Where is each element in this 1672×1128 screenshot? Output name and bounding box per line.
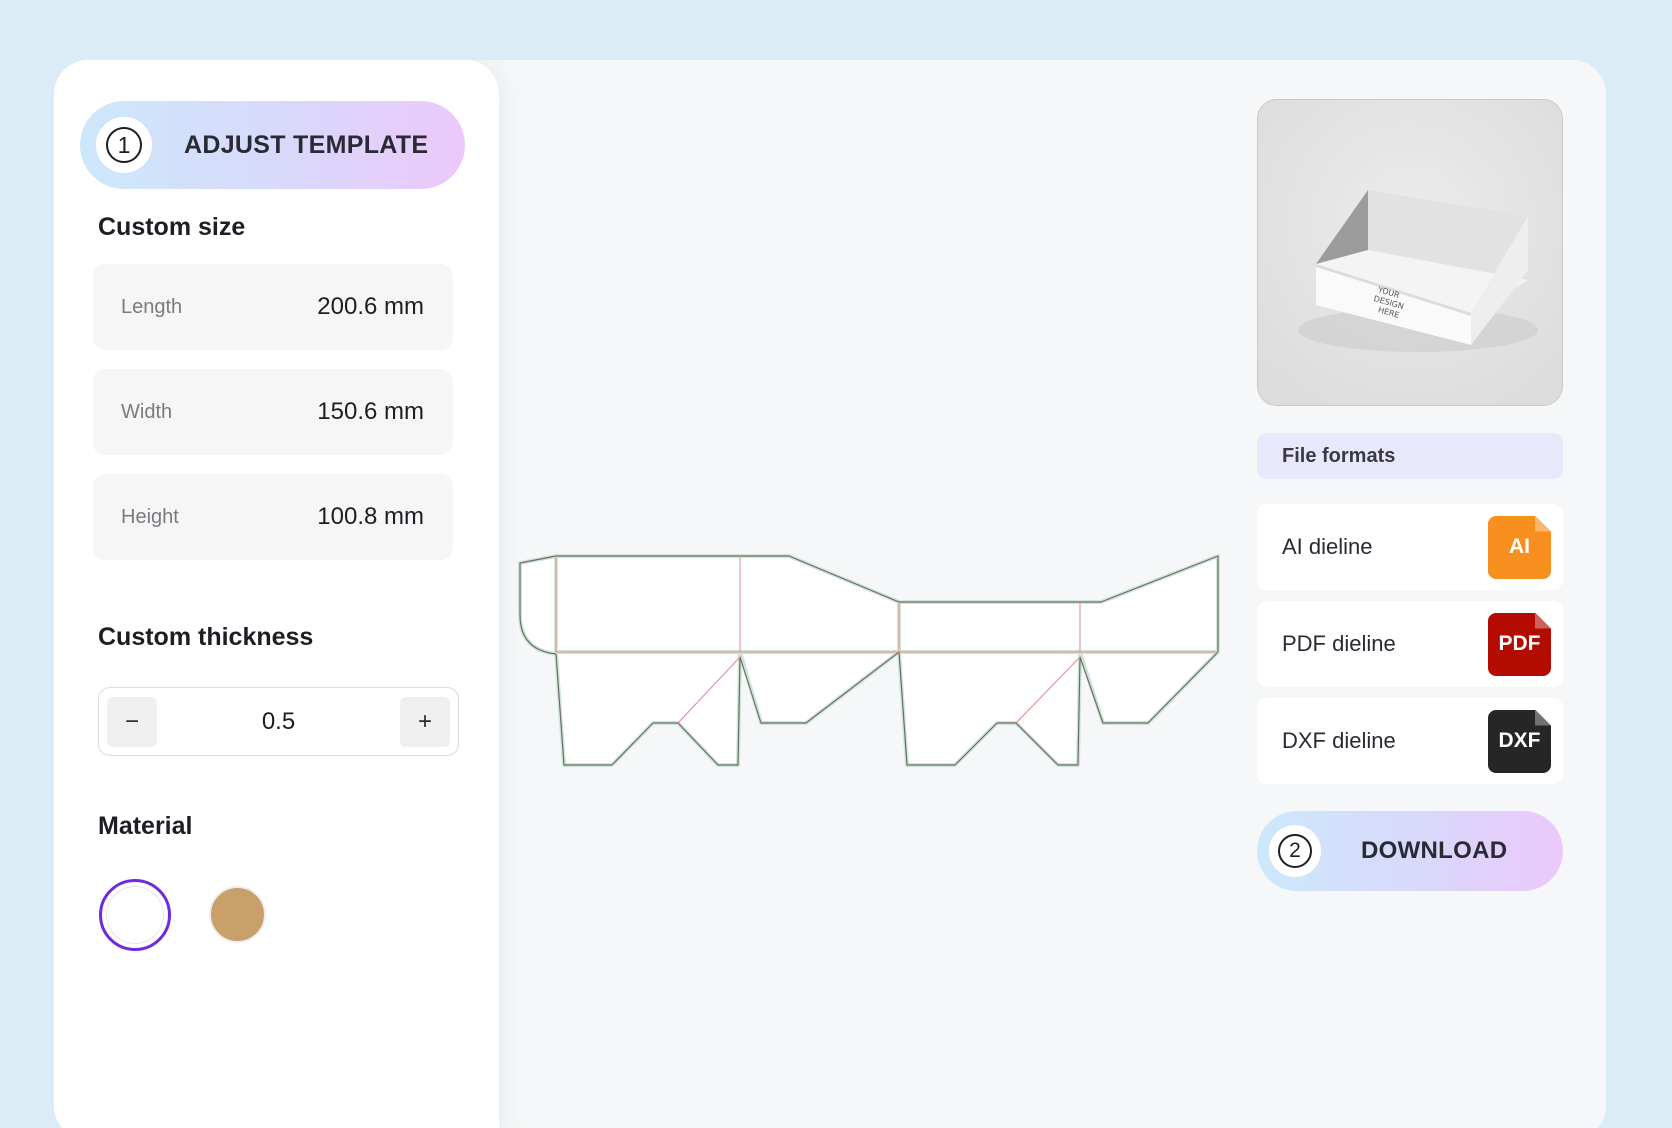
step-number: 2 <box>1278 834 1312 868</box>
ai-file-icon: AI <box>1488 515 1551 579</box>
dxf-file-icon: DXF <box>1488 709 1551 773</box>
download-label: DOWNLOAD <box>1361 837 1508 864</box>
material-swatch-kraft[interactable] <box>209 886 266 943</box>
height-label: Height <box>121 505 179 528</box>
width-value: 150.6 mm <box>317 398 424 425</box>
decrement-button[interactable]: − <box>107 696 157 747</box>
ai-file-icon-text: AI <box>1509 535 1530 558</box>
adjust-template-button[interactable]: 1 ADJUST TEMPLATE <box>80 101 465 189</box>
dieline-canvas <box>518 554 1220 767</box>
width-label: Width <box>121 400 173 423</box>
ai-dieline-option[interactable]: AI dieline AI <box>1257 504 1563 590</box>
height-field[interactable]: Height 100.8 mm <box>93 474 453 560</box>
thickness-stepper: − 0.5 + <box>98 687 459 756</box>
step-number: 1 <box>106 127 142 163</box>
ai-dieline-label: AI dieline <box>1282 534 1373 559</box>
step-badge: 2 <box>1269 825 1321 877</box>
length-label: Length <box>121 295 183 318</box>
pdf-file-icon-text: PDF <box>1498 632 1541 655</box>
box-preview[interactable]: YOUR DESIGN HERE <box>1257 99 1563 406</box>
dxf-dieline-label: DXF dieline <box>1282 728 1396 753</box>
box-3d-illustration: YOUR DESIGN HERE <box>1258 100 1562 405</box>
height-value: 100.8 mm <box>317 503 424 530</box>
app-window: 1 ADJUST TEMPLATE Custom size Length 200… <box>54 60 1606 1128</box>
custom-thickness-title: Custom thickness <box>98 623 314 651</box>
adjust-template-label: ADJUST TEMPLATE <box>184 130 429 159</box>
file-formats-header: File formats <box>1257 433 1563 479</box>
pdf-dieline-label: PDF dieline <box>1282 631 1396 656</box>
length-value: 200.6 mm <box>317 293 424 320</box>
download-button[interactable]: 2 DOWNLOAD <box>1257 811 1563 891</box>
dxf-file-icon-text: DXF <box>1498 729 1541 752</box>
sidebar: 1 ADJUST TEMPLATE Custom size Length 200… <box>54 60 499 1128</box>
custom-size-title: Custom size <box>98 213 246 241</box>
dxf-dieline-option[interactable]: DXF dieline DXF <box>1257 698 1563 784</box>
pdf-dieline-option[interactable]: PDF dieline PDF <box>1257 601 1563 687</box>
width-field[interactable]: Width 150.6 mm <box>93 369 453 455</box>
thickness-value[interactable]: 0.5 <box>262 708 295 736</box>
pdf-file-icon: PDF <box>1488 612 1551 676</box>
increment-button[interactable]: + <box>400 696 450 747</box>
material-title: Material <box>98 812 193 840</box>
step-badge: 1 <box>96 117 152 173</box>
material-swatch-white[interactable] <box>99 879 171 951</box>
length-field[interactable]: Length 200.6 mm <box>93 264 453 350</box>
